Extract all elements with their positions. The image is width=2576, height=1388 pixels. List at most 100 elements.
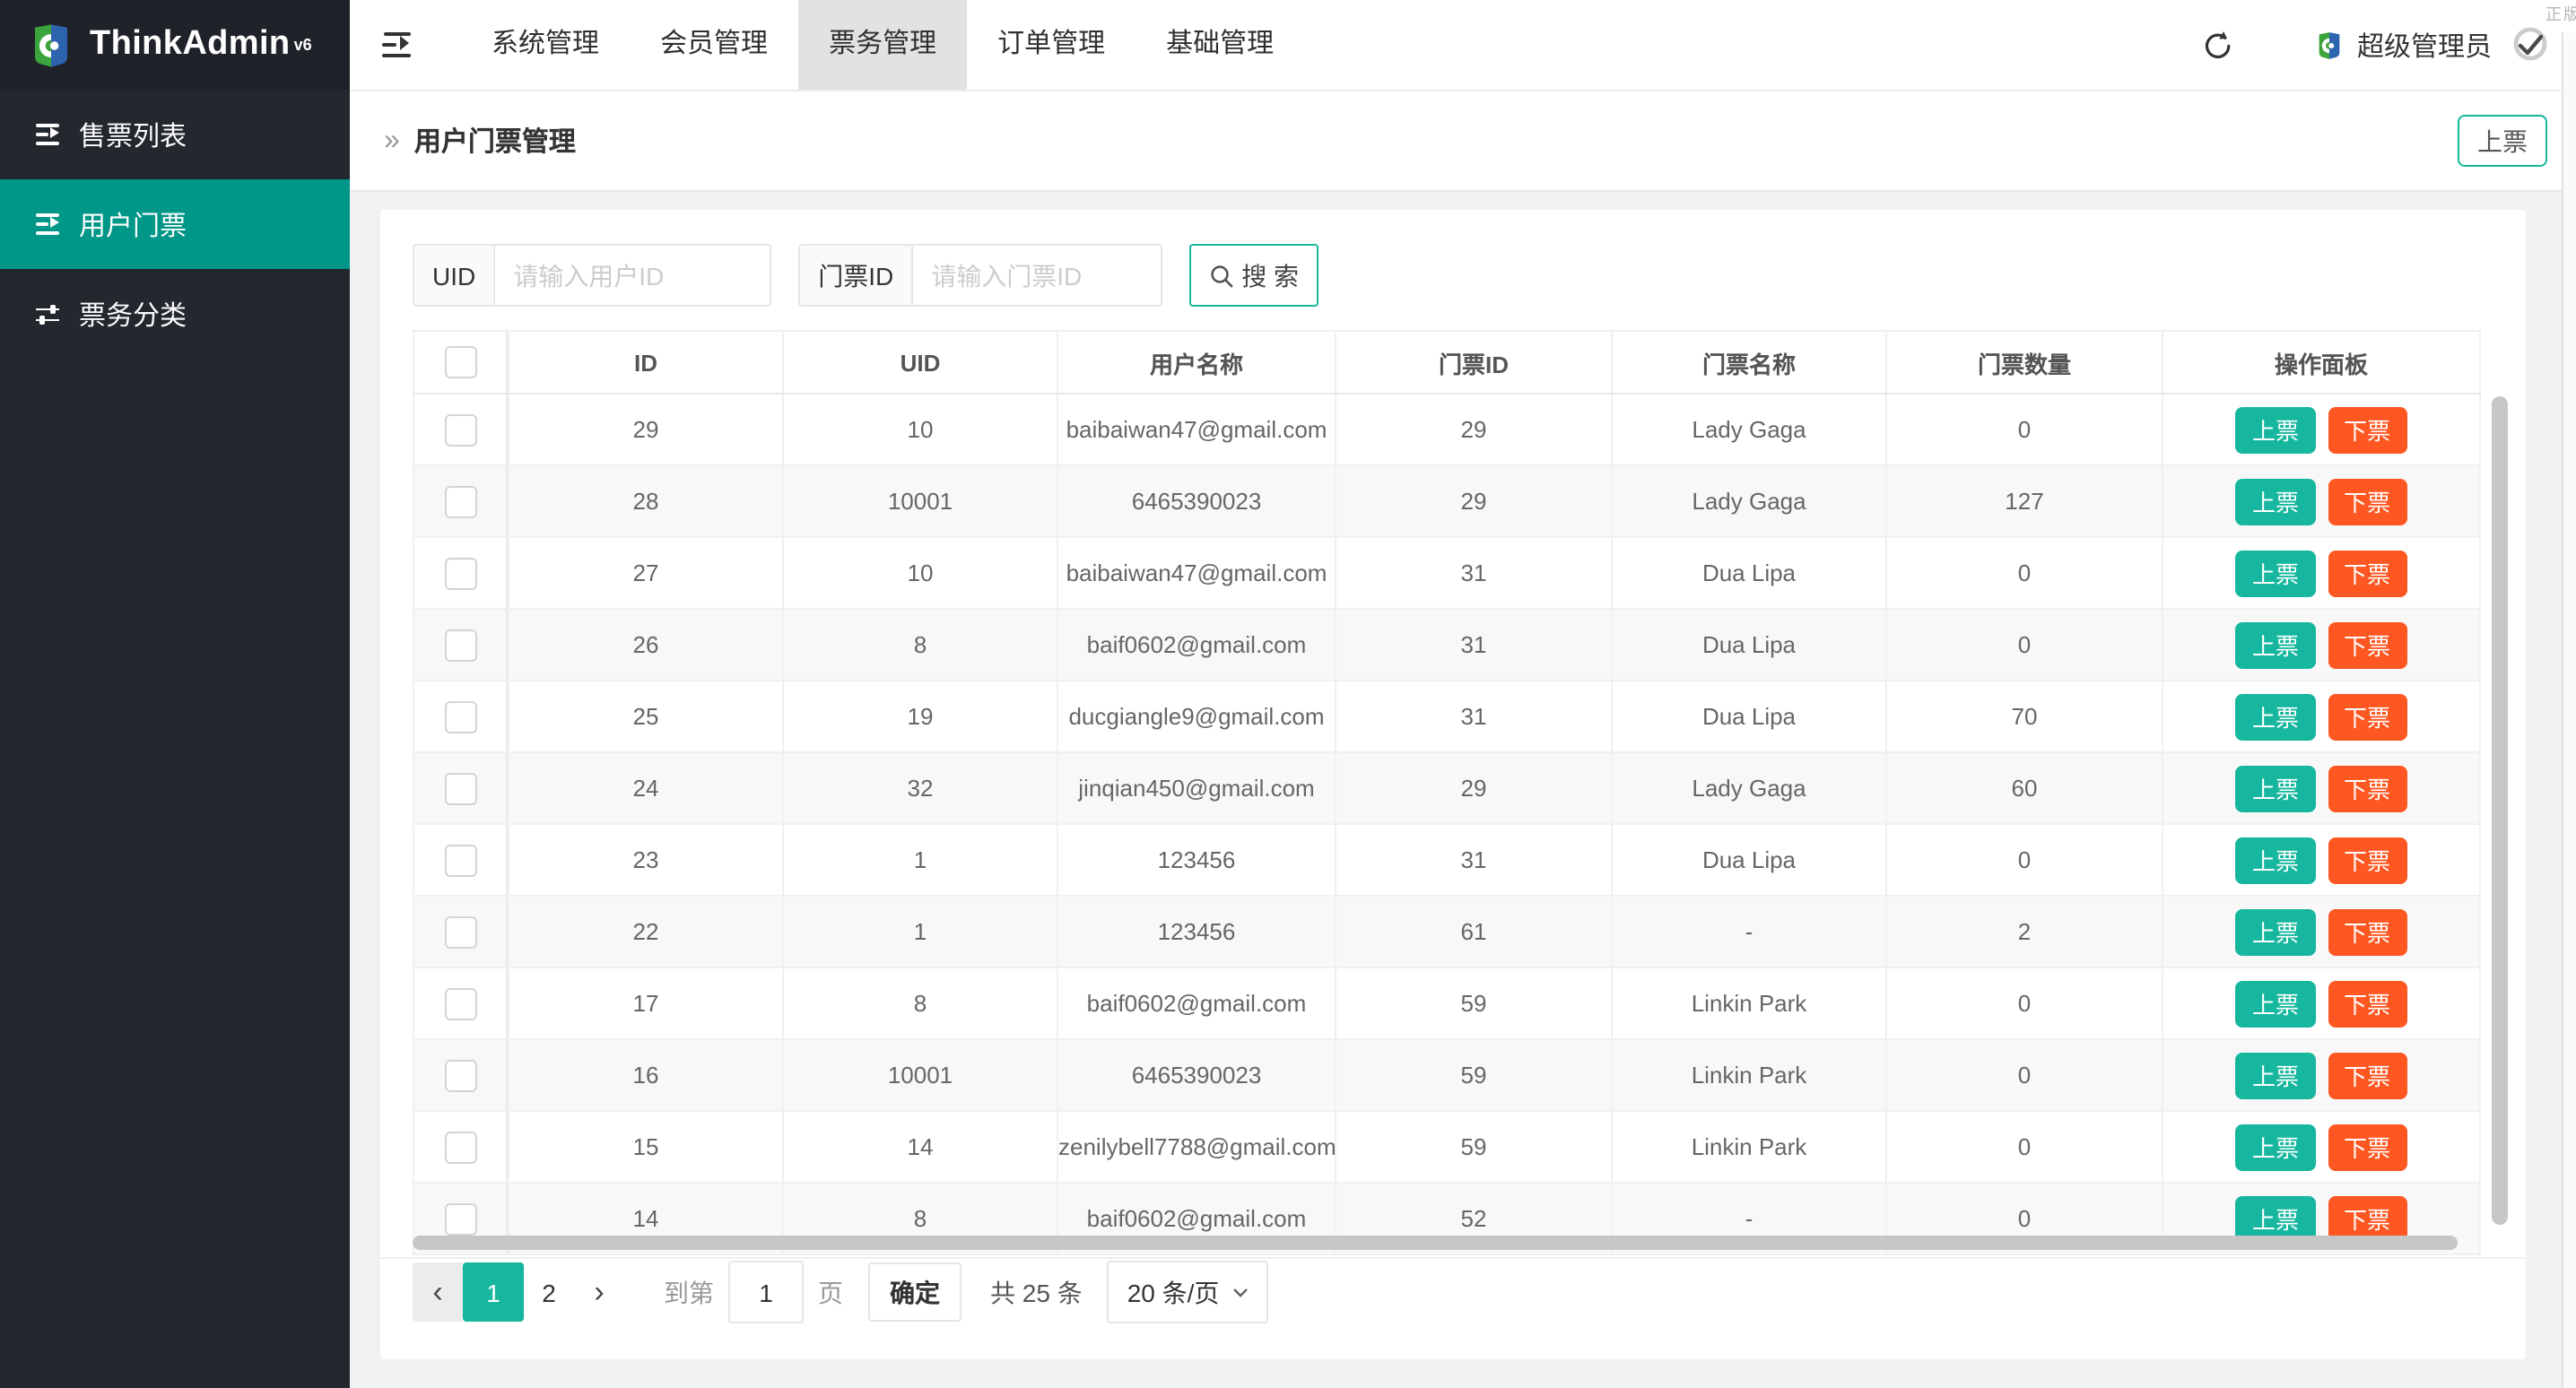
prev-page-button[interactable]: ‹ [413,1262,463,1322]
row-checkbox[interactable] [445,915,477,948]
ticket-up-button[interactable]: 上票 [2236,980,2315,1027]
ticket-up-button[interactable]: 上票 [2236,1052,2315,1098]
cell-id: 27 [509,537,783,609]
table-body: 2910baibaiwan47@gmail.com29Lady Gaga0上票下… [413,394,2480,1254]
row-checkbox[interactable] [445,1059,477,1091]
ticket-down-button[interactable]: 下票 [2328,550,2406,596]
sidebar-item-label: 售票列表 [79,116,187,153]
cell-qty: 0 [1886,394,2163,465]
row-select-cell[interactable] [413,681,509,752]
ticket-down-button[interactable]: 下票 [2328,621,2406,668]
cell-id: 15 [509,1111,783,1183]
sidebar-item-user-tickets[interactable]: 用户门票 [0,179,350,269]
cell-uid: 10001 [783,465,1057,537]
search-button[interactable]: 搜 索 [1189,244,1318,307]
nav-tab-order[interactable]: 订单管理 [967,0,1136,90]
row-select-cell[interactable] [413,1039,509,1111]
cell-id: 29 [509,394,783,465]
row-checkbox[interactable] [445,772,477,804]
cell-ticket_name: Dua Lipa [1612,537,1886,609]
admin-name: 超级管理员 [2357,26,2492,64]
page-size-select[interactable]: 20 条/页 [1108,1261,1268,1323]
nav-tab-ticketing[interactable]: 票务管理 [798,0,967,90]
page-button-1[interactable]: 1 [463,1262,524,1322]
ticket-down-button[interactable]: 下票 [2328,980,2406,1027]
nav-tab-member[interactable]: 会员管理 [630,0,798,90]
column-header-quantity: 门票数量 [1886,331,2163,394]
row-select-cell[interactable] [413,824,509,896]
select-all-checkbox[interactable] [445,346,477,378]
row-select-cell[interactable] [413,465,509,537]
ticket-up-button[interactable]: 上票 [2236,765,2315,811]
cell-qty: 60 [1886,752,2163,824]
ticket-id-input[interactable] [911,244,1162,307]
row-select-cell[interactable] [413,967,509,1039]
cell-name: zenilybell7788@gmail.com [1057,1111,1336,1183]
cell-uid: 8 [783,609,1057,681]
row-checkbox[interactable] [445,1131,477,1163]
row-actions-cell: 上票下票 [2163,824,2480,896]
ticket-up-button[interactable]: 上票 [2236,406,2315,453]
table-horizontal-scrollbar[interactable] [413,1236,2458,1250]
cell-uid: 32 [783,752,1057,824]
ticket-down-button[interactable]: 下票 [2328,765,2406,811]
table-row: 2710baibaiwan47@gmail.com31Dua Lipa0上票下票 [413,537,2480,609]
cell-qty: 0 [1886,824,2163,896]
row-select-cell[interactable] [413,394,509,465]
row-checkbox[interactable] [445,987,477,1019]
ticket-up-button[interactable]: 上票 [2236,1123,2315,1170]
main-content: UID 门票ID 搜 索 [350,192,2576,1388]
table-vertical-scrollbar[interactable] [2492,396,2508,1225]
refresh-icon[interactable] [2201,28,2235,62]
ticket-down-button[interactable]: 下票 [2328,478,2406,525]
uid-input[interactable] [493,244,771,307]
page-button-2[interactable]: 2 [524,1262,574,1322]
nav-tab-basic[interactable]: 基础管理 [1136,0,1304,90]
ticket-down-button[interactable]: 下票 [2328,908,2406,955]
ticket-up-button[interactable]: 上票 [2236,550,2315,596]
ticket-up-button[interactable]: 上票 [2236,837,2315,883]
goto-page-input[interactable] [728,1261,804,1323]
row-select-cell[interactable] [413,537,509,609]
sidebar-item-ticket-category[interactable]: 票务分类 [0,269,350,359]
row-select-cell[interactable] [413,609,509,681]
ticket-down-button[interactable]: 下票 [2328,693,2406,740]
check-circle-icon[interactable] [2510,24,2551,65]
logo-block[interactable]: ThinkAdminv6 [0,0,350,90]
ticket-up-button[interactable]: 上票 [2236,621,2315,668]
ticket-up-button[interactable]: 上票 [2236,908,2315,955]
ticket-up-button[interactable]: 上票 [2236,693,2315,740]
cell-name: 6465390023 [1057,1039,1336,1111]
admin-account[interactable]: 超级管理员 [2314,26,2492,64]
row-checkbox[interactable] [445,700,477,733]
row-select-cell[interactable] [413,896,509,967]
row-checkbox[interactable] [445,485,477,517]
ticket-down-button[interactable]: 下票 [2328,406,2406,453]
ticket-up-button[interactable]: 上票 [2236,478,2315,525]
row-checkbox[interactable] [445,629,477,661]
cell-id: 26 [509,609,783,681]
row-checkbox[interactable] [445,413,477,446]
confirm-page-button[interactable]: 确定 [868,1262,962,1322]
ticket-up-header-button[interactable]: 上票 [2458,115,2547,167]
row-checkbox[interactable] [445,844,477,876]
row-checkbox[interactable] [445,1202,477,1235]
row-checkbox[interactable] [445,557,477,589]
cell-ticket_name: Linkin Park [1612,967,1886,1039]
cell-uid: 10 [783,537,1057,609]
ticket-down-button[interactable]: 下票 [2328,1052,2406,1098]
page-scrollbar[interactable] [2562,32,2576,1388]
collapse-menu-icon[interactable] [382,32,414,57]
cell-id: 24 [509,752,783,824]
nav-tab-system[interactable]: 系统管理 [461,0,630,90]
row-select-cell[interactable] [413,1111,509,1183]
table-row: 178baif0602@gmail.com59Linkin Park0上票下票 [413,967,2480,1039]
ticket-down-button[interactable]: 下票 [2328,837,2406,883]
next-page-button[interactable]: › [574,1262,624,1322]
thinkadmin-mini-logo-icon [2314,30,2345,60]
sidebar-item-ticket-list[interactable]: 售票列表 [0,90,350,179]
column-header-uid: UID [783,331,1057,394]
row-actions-cell: 上票下票 [2163,394,2480,465]
row-select-cell[interactable] [413,752,509,824]
ticket-down-button[interactable]: 下票 [2328,1123,2406,1170]
